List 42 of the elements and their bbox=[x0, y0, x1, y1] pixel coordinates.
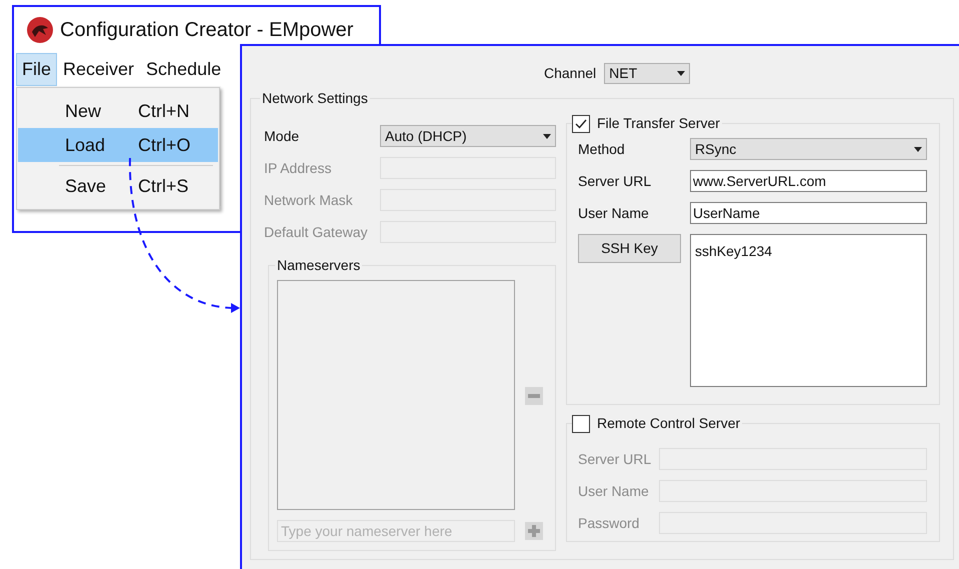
nameserver-input[interactable]: Type your nameserver here bbox=[277, 520, 515, 542]
field-label: Password bbox=[578, 514, 640, 532]
menu-option[interactable]: Save Ctrl+S bbox=[18, 169, 218, 203]
channel-label: Channel bbox=[544, 64, 596, 82]
plus-icon bbox=[528, 525, 540, 537]
checkbox[interactable] bbox=[572, 414, 590, 432]
input-field[interactable]: UserName bbox=[690, 202, 927, 224]
mode-select[interactable]: Auto (DHCP) bbox=[380, 125, 556, 147]
logo-icon bbox=[26, 16, 54, 44]
menu-option[interactable]: Load Ctrl+O bbox=[18, 128, 218, 162]
caret-icon bbox=[543, 134, 551, 138]
menu-item[interactable]: Receiver bbox=[57, 53, 140, 86]
field-label: Mode bbox=[264, 126, 300, 146]
caret-icon bbox=[914, 146, 922, 152]
add-button[interactable] bbox=[525, 522, 543, 540]
field-label: Network Mask bbox=[264, 190, 354, 210]
check-icon bbox=[575, 118, 587, 128]
channel-select[interactable]: NET bbox=[604, 62, 690, 84]
group-title: Nameservers bbox=[276, 256, 362, 275]
caret-icon bbox=[677, 70, 686, 76]
input-field[interactable]: www.ServerURL.com bbox=[690, 170, 927, 192]
field-label: Server URL bbox=[578, 172, 652, 190]
field-label: Default Gateway bbox=[264, 222, 368, 242]
group-title: Network Settings bbox=[261, 89, 369, 108]
field-label: IP Address bbox=[264, 158, 332, 178]
field-label: Method bbox=[578, 140, 626, 158]
checkbox-label: File Transfer Server bbox=[597, 114, 720, 133]
field-label: Server URL bbox=[578, 450, 652, 468]
checkbox-label: Remote Control Server bbox=[597, 414, 740, 433]
window-title: Configuration Creator - EMpower bbox=[60, 18, 354, 43]
method-select[interactable]: RSync bbox=[690, 138, 927, 160]
field-label: User Name bbox=[578, 482, 650, 500]
menu-option[interactable]: New Ctrl+N bbox=[18, 94, 218, 128]
remove-button[interactable] bbox=[525, 387, 543, 405]
checkbox[interactable] bbox=[572, 114, 590, 132]
ssh-key-textarea[interactable]: sshKey1234 bbox=[690, 234, 927, 387]
minus-icon bbox=[528, 394, 540, 398]
nameserver-list[interactable] bbox=[277, 280, 515, 510]
menu-item[interactable]: File bbox=[16, 53, 58, 86]
menu-item[interactable]: Schedule bbox=[140, 53, 228, 86]
ssh-key-button[interactable]: SSH Key bbox=[578, 234, 681, 263]
field-label: User Name bbox=[578, 204, 650, 222]
